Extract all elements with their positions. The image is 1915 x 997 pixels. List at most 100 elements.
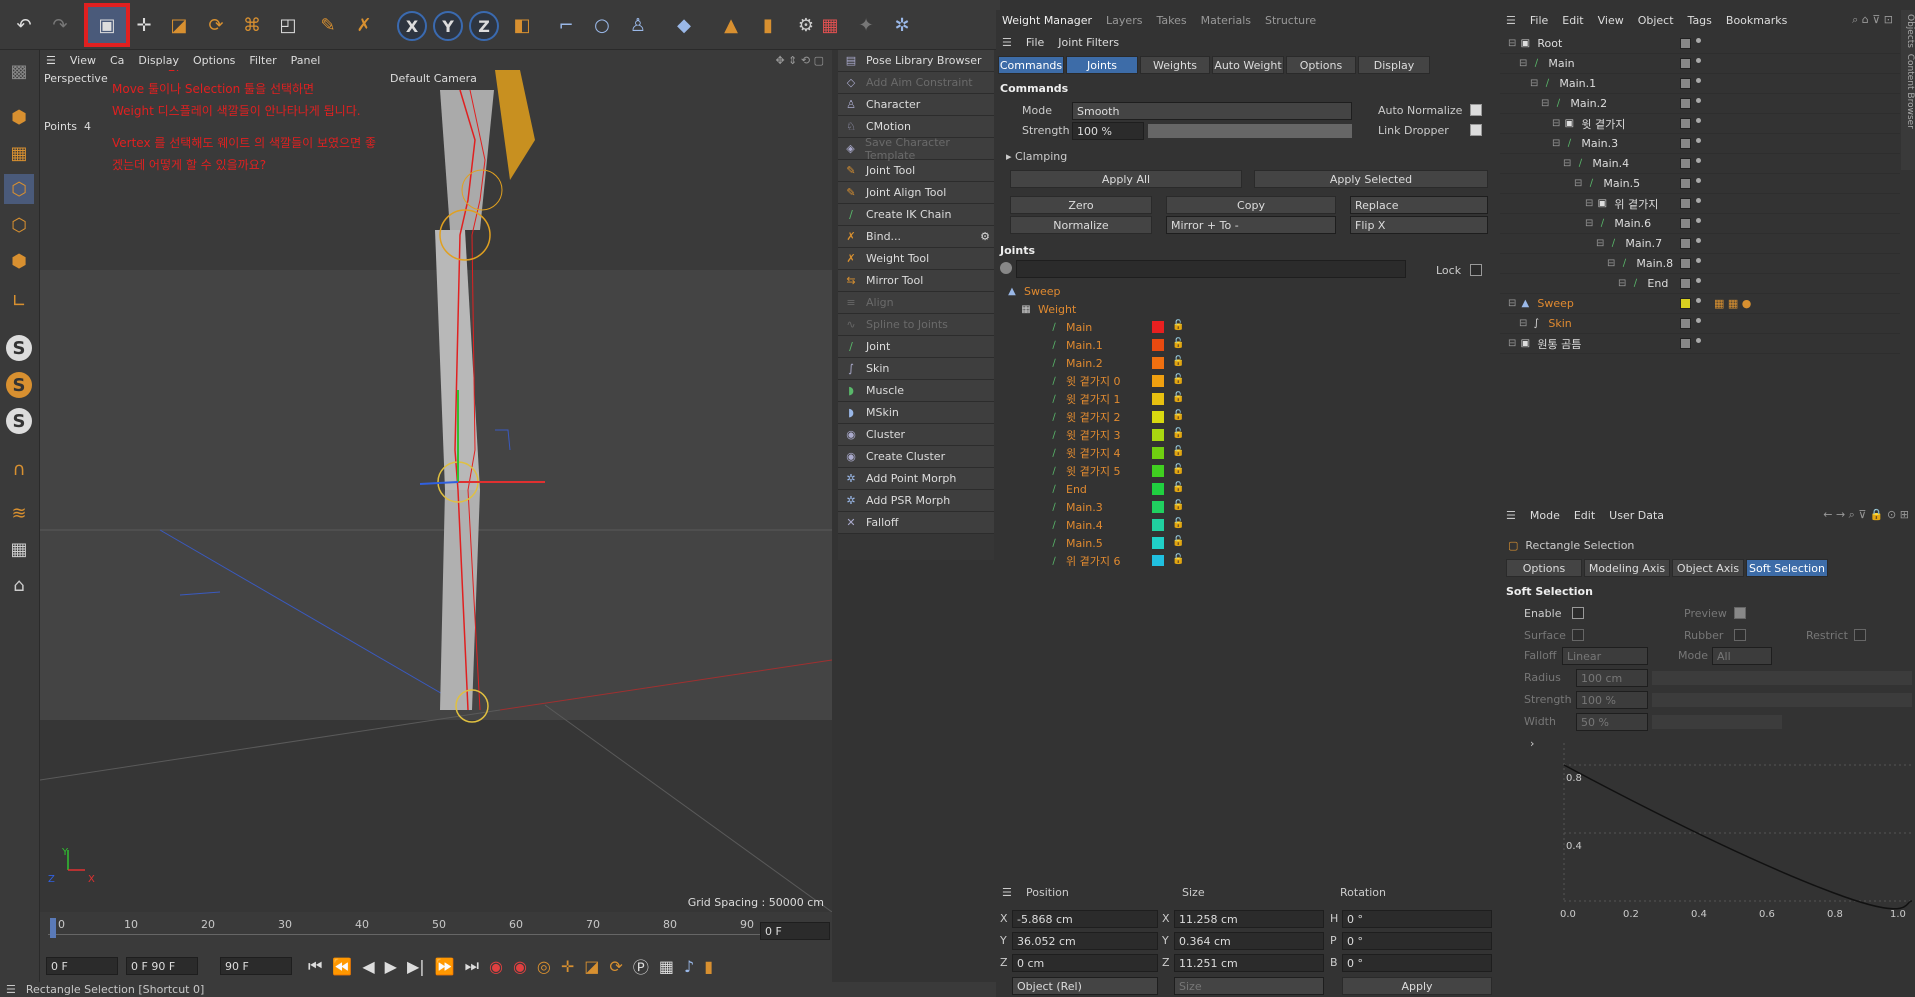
visibility-toggle[interactable] — [1680, 118, 1691, 129]
timeline-playhead[interactable] — [50, 918, 56, 938]
start-frame-field[interactable]: 0 F — [46, 957, 118, 975]
object-row[interactable]: ⊟ ∕ Main.2 — [1500, 94, 1900, 114]
character-icon[interactable]: ♙ — [622, 8, 654, 42]
menu-create-ik-chain[interactable]: ∕ Create IK Chain — [838, 204, 994, 226]
joint-lock-icon[interactable]: 🔓 — [1172, 428, 1184, 439]
visibility-toggle[interactable] — [1680, 178, 1691, 189]
object-row[interactable]: ⊟ ∕ Main.8 — [1500, 254, 1900, 274]
joint-color-swatch[interactable] — [1152, 339, 1164, 351]
menu-character[interactable]: ♙ Character — [838, 94, 994, 116]
menu-muscle[interactable]: ◗ Muscle — [838, 380, 994, 402]
render-dot[interactable] — [1696, 198, 1701, 203]
preview-range-field[interactable]: 0 F 90 F — [126, 957, 198, 975]
am-menu-icon[interactable]: ☰ — [1506, 509, 1516, 522]
width-slider[interactable] — [1652, 715, 1782, 729]
side-tab-objects[interactable]: Objects — [1905, 14, 1915, 48]
subtab-display[interactable]: Display — [1358, 56, 1430, 74]
apply-coords-button[interactable]: Apply — [1342, 977, 1492, 995]
joint-search-input[interactable] — [1016, 260, 1406, 278]
joint-color-swatch[interactable] — [1152, 357, 1164, 369]
subtab-auto-weight[interactable]: Auto Weight — [1212, 56, 1284, 74]
falloff-select[interactable]: Linear — [1562, 647, 1648, 665]
joint-lock-icon[interactable]: 🔓 — [1172, 464, 1184, 475]
viewport-3d[interactable]: Perspective Default Camera Points 4 2. M… — [40, 70, 832, 912]
side-tab-content-browser[interactable]: Content Browser — [1905, 54, 1915, 129]
size-mode-select[interactable]: Size — [1174, 977, 1324, 995]
coord-menu-icon[interactable]: ☰ — [1002, 886, 1012, 899]
joint-lock-icon[interactable]: 🔓 — [1172, 374, 1184, 385]
viewport-menu-view[interactable]: View — [70, 54, 96, 67]
camera-name[interactable]: Default Camera — [390, 72, 477, 85]
rectangle-selection-icon[interactable]: ▣ — [84, 3, 130, 47]
rotation-key-icon[interactable]: ⟳ — [609, 957, 622, 976]
joint-lock-icon[interactable]: 🔓 — [1172, 356, 1184, 367]
joint-row[interactable]: ∕ Main.4 🔓 — [1000, 516, 1486, 534]
object-row[interactable]: ⊟ ∕ Main.3 — [1500, 134, 1900, 154]
copy-button[interactable]: Copy — [1166, 196, 1336, 214]
end-frame-field[interactable]: 90 F — [220, 957, 292, 975]
visibility-toggle[interactable] — [1680, 58, 1691, 69]
expand-icon[interactable]: ⊟ — [1541, 98, 1549, 109]
joint-color-swatch[interactable] — [1152, 321, 1164, 333]
hierarchy-icon[interactable]: ✲ — [886, 8, 918, 42]
radius-field[interactable]: 100 cm — [1576, 669, 1648, 687]
render-dot[interactable] — [1696, 238, 1701, 243]
next-key-icon[interactable]: ⏩ — [435, 957, 455, 976]
visibility-toggle[interactable] — [1680, 158, 1691, 169]
locked-workplane-icon[interactable]: ⌂ — [4, 570, 34, 600]
render-dot[interactable] — [1696, 118, 1701, 123]
preview-checkbox[interactable] — [1734, 607, 1746, 619]
render-dot[interactable] — [1696, 178, 1701, 183]
object-row[interactable]: ⊟ ∕ Main.6 — [1500, 214, 1900, 234]
visibility-toggle[interactable] — [1680, 258, 1691, 269]
position-x-field[interactable]: -5.868 cm — [1012, 910, 1158, 928]
expand-icon[interactable]: ⊟ — [1585, 198, 1593, 209]
edges-mode-icon[interactable]: ⬡ — [4, 210, 34, 240]
visibility-toggle[interactable] — [1680, 198, 1691, 209]
render-dot[interactable] — [1696, 38, 1701, 43]
joint-lock-icon[interactable]: 🔓 — [1172, 338, 1184, 349]
magnet-icon[interactable]: ∩ — [4, 454, 34, 484]
psr-icon[interactable]: ⌘ — [236, 8, 268, 42]
attr-tab-modeling-axis[interactable]: Modeling Axis — [1584, 559, 1670, 577]
menu-add-psr-morph[interactable]: ✲ Add PSR Morph — [838, 490, 994, 512]
visibility-toggle[interactable] — [1680, 318, 1691, 329]
joint-lock-icon[interactable]: 🔓 — [1172, 482, 1184, 493]
joint-color-swatch[interactable] — [1152, 483, 1164, 495]
render-dot[interactable] — [1696, 278, 1701, 283]
object-row[interactable]: ⊟ ▲ Sweep ▦ ▦ ● — [1500, 294, 1900, 314]
attr-tab-object-axis[interactable]: Object Axis — [1672, 559, 1744, 577]
wm-menu-file[interactable]: File — [1026, 36, 1044, 49]
menu-skin[interactable]: ∫ Skin — [838, 358, 994, 380]
om-menu-view[interactable]: View — [1598, 14, 1624, 27]
mode-select[interactable]: Smooth — [1072, 102, 1352, 120]
om-menu-icon[interactable]: ☰ — [1506, 14, 1516, 27]
object-row[interactable]: ⊟ ▣ Root — [1500, 34, 1900, 54]
joint-color-swatch[interactable] — [1152, 501, 1164, 513]
snap-settings-icon[interactable]: S — [6, 372, 32, 398]
tab-structure[interactable]: Structure — [1265, 14, 1316, 27]
clamping-section[interactable]: ▸ Clamping — [1006, 150, 1067, 163]
mode-select[interactable]: All — [1712, 647, 1772, 665]
viewport-menu-filter[interactable]: Filter — [249, 54, 276, 67]
rubber-checkbox[interactable] — [1734, 629, 1746, 641]
live-selection-icon[interactable]: ◰ — [272, 8, 304, 42]
object-row[interactable]: ⊟ ∕ End — [1500, 274, 1900, 294]
expand-icon[interactable]: ⊟ — [1552, 118, 1560, 129]
joint-color-swatch[interactable] — [1152, 393, 1164, 405]
normalize-button[interactable]: Normalize — [1010, 216, 1152, 234]
scale-key-icon[interactable]: ◪ — [584, 957, 599, 976]
play-icon[interactable]: ▶ — [385, 957, 397, 976]
render-dot[interactable] — [1696, 218, 1701, 223]
undo-icon[interactable]: ↶ — [8, 8, 40, 42]
snap-icon[interactable]: S — [6, 335, 32, 361]
tab-takes[interactable]: Takes — [1156, 14, 1186, 27]
apply-all-button[interactable]: Apply All — [1010, 170, 1242, 188]
joint-lock-icon[interactable]: 🔓 — [1172, 554, 1184, 565]
joint-color-swatch[interactable] — [1152, 537, 1164, 549]
surface-checkbox[interactable] — [1572, 629, 1584, 641]
link-dropper-checkbox[interactable] — [1470, 124, 1482, 136]
render-dot[interactable] — [1696, 258, 1701, 263]
strength-slider[interactable] — [1652, 693, 1912, 707]
expand-icon[interactable]: ⊟ — [1618, 278, 1626, 289]
